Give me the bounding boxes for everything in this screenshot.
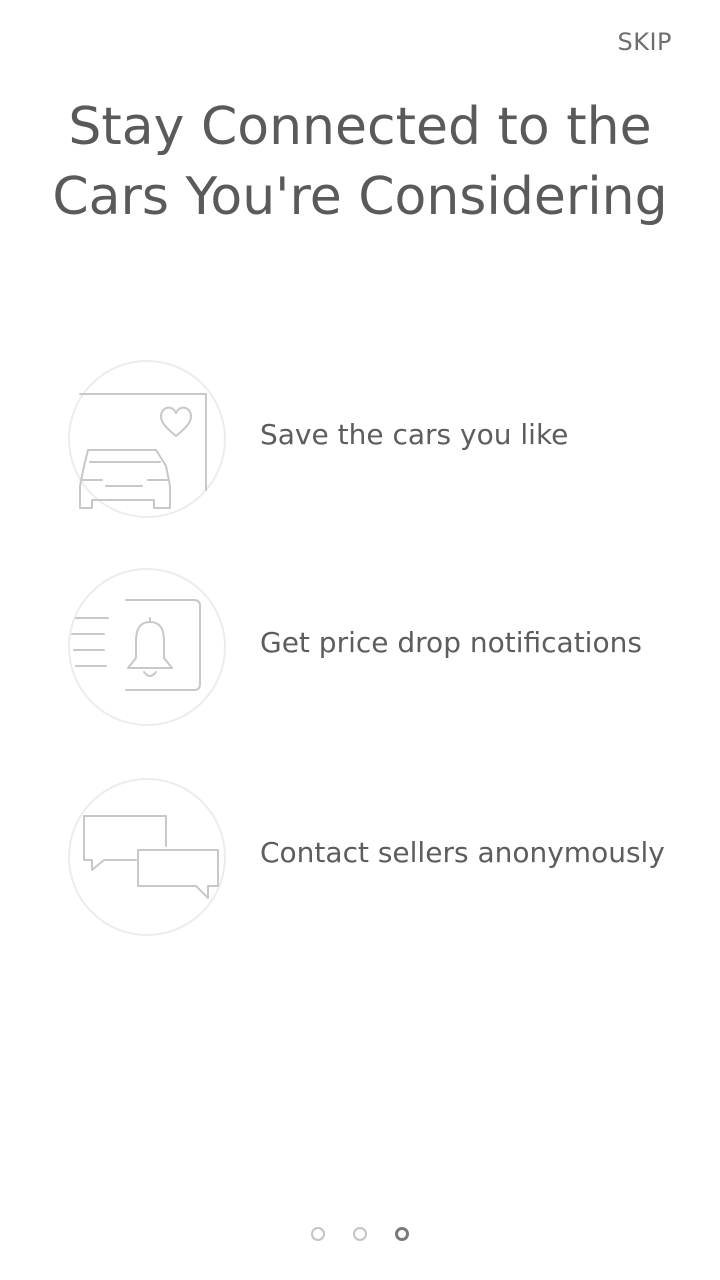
- page-dot-3[interactable]: [395, 1227, 409, 1241]
- title-line-1: Stay Connected to the: [68, 97, 652, 157]
- feature-label: Contact sellers anonymously: [260, 836, 665, 869]
- title-line-2: Cars You're Considering: [52, 167, 668, 227]
- feature-label: Get price drop notifications: [260, 626, 642, 659]
- bell-icon: [68, 568, 226, 726]
- page-dot-2[interactable]: [353, 1227, 367, 1241]
- car-heart-icon: [68, 360, 226, 518]
- feature-label: Save the cars you like: [260, 418, 569, 451]
- page-indicator: [0, 1227, 720, 1241]
- chat-bubbles-icon: [68, 778, 226, 936]
- feature-save-cars: Save the cars you like: [64, 360, 684, 530]
- skip-button[interactable]: SKIP: [617, 28, 672, 56]
- feature-contact-sellers: Contact sellers anonymously: [64, 778, 684, 948]
- page-title: Stay Connected to the Cars You're Consid…: [0, 92, 720, 232]
- feature-price-drop: Get price drop notifications: [64, 568, 684, 738]
- page-dot-1[interactable]: [311, 1227, 325, 1241]
